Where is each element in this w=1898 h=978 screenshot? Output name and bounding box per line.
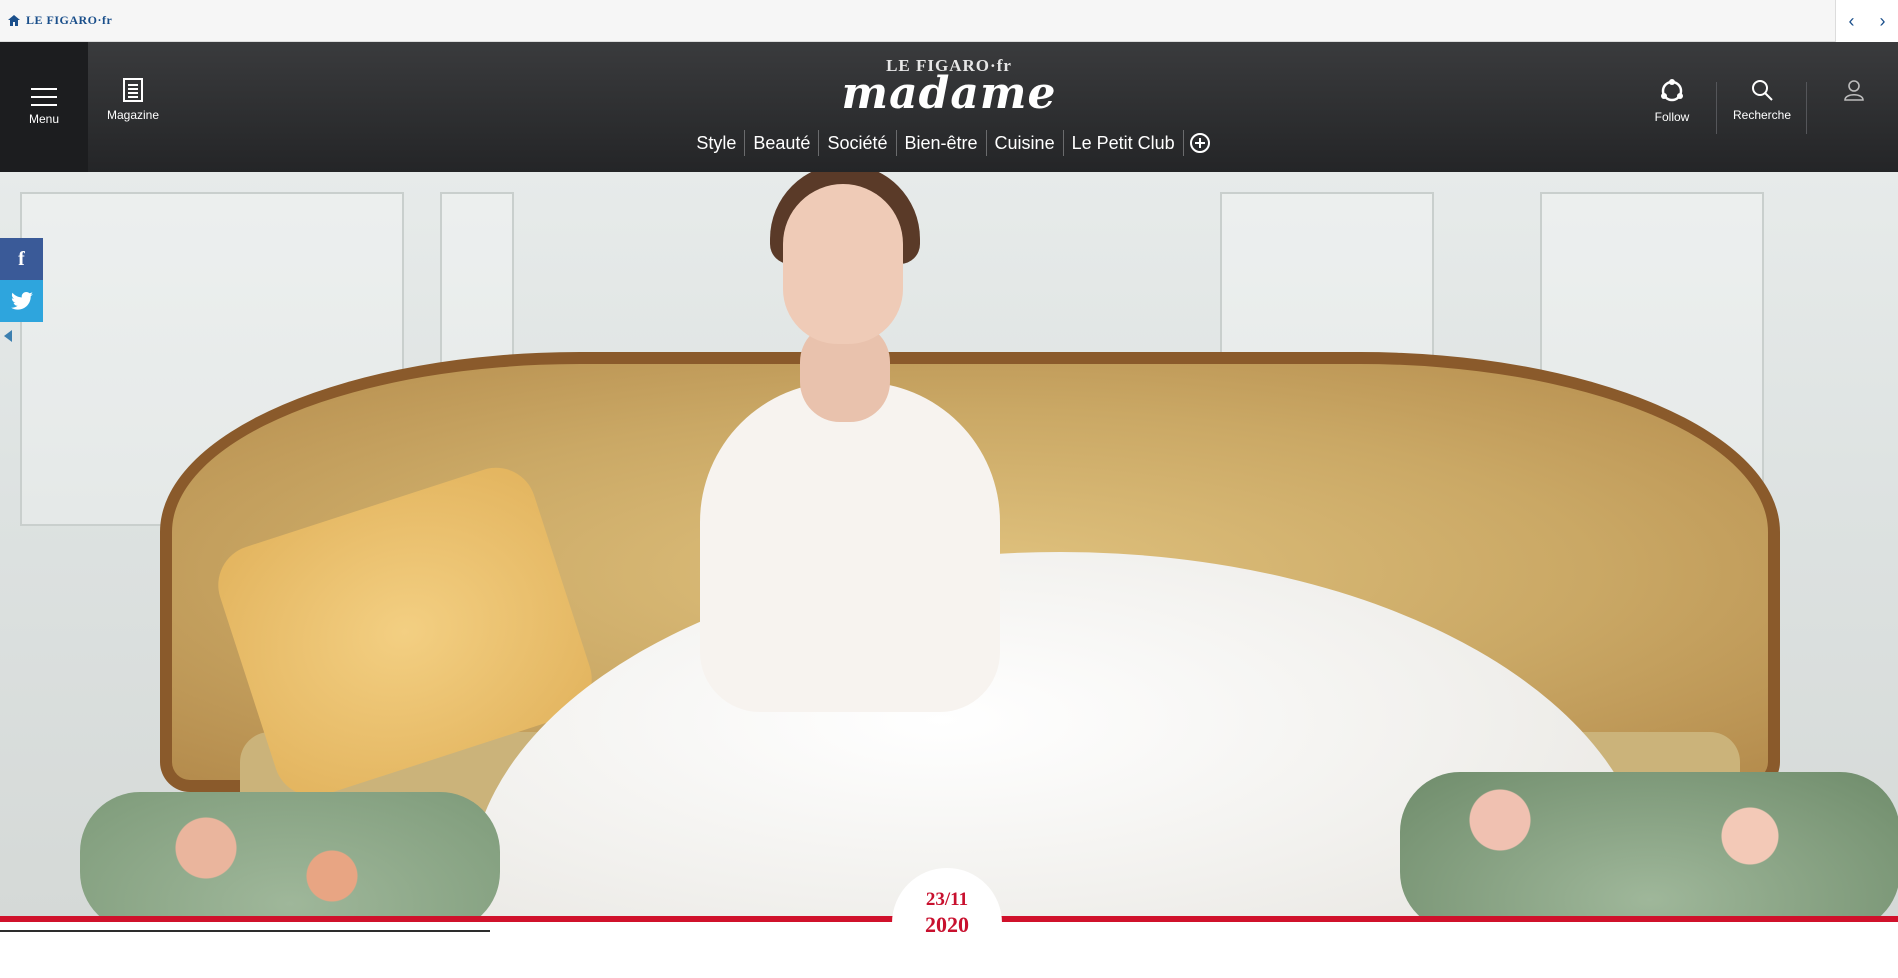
search-label: Recherche: [1732, 108, 1792, 122]
brand-madame: madame: [841, 68, 1057, 119]
pager: ‹ ›: [1835, 0, 1898, 42]
home-link[interactable]: LE FIGARO·fr: [8, 13, 112, 28]
account-button[interactable]: [1836, 78, 1872, 138]
follow-label: Follow: [1654, 110, 1690, 124]
figaro-logo-text: LE FIGARO·fr: [26, 13, 113, 27]
user-icon: [1844, 80, 1864, 101]
chevron-left-icon[interactable]: ‹: [1849, 11, 1855, 32]
date-badge: 23/11 2020: [892, 868, 1002, 978]
bottom-mark: [0, 930, 490, 932]
nav-item-beaute[interactable]: Beauté: [745, 130, 820, 156]
social-share-bar: f: [0, 238, 43, 342]
date-day-month: 23/11: [925, 889, 969, 910]
main-nav: Style Beauté Société Bien-être Cuisine L…: [0, 130, 1898, 156]
dress-bodice: [700, 382, 1000, 712]
flowers-left: [80, 792, 500, 917]
follow-button[interactable]: Follow: [1648, 78, 1696, 138]
nav-item-le-petit-club[interactable]: Le Petit Club: [1064, 130, 1184, 156]
chevron-right-icon[interactable]: ›: [1880, 11, 1886, 32]
model-face: [783, 184, 903, 344]
search-button[interactable]: Recherche: [1730, 78, 1794, 138]
nav-item-societe[interactable]: Société: [819, 130, 897, 156]
nav-item-cuisine[interactable]: Cuisine: [987, 130, 1064, 156]
home-icon: [8, 15, 20, 26]
collapse-share-icon[interactable]: [4, 330, 12, 342]
follow-icon: [1661, 79, 1683, 102]
flowers-right: [1400, 772, 1898, 917]
date-year: 2020: [925, 912, 969, 937]
facebook-icon[interactable]: f: [0, 238, 43, 280]
search-icon: [1752, 80, 1773, 101]
brand-logo[interactable]: LE FIGARO·fr madame: [0, 56, 1898, 116]
header-divider: [1806, 82, 1807, 134]
header-divider: [1716, 82, 1717, 134]
top-bar: LE FIGARO·fr ‹ ›: [0, 0, 1898, 42]
twitter-icon[interactable]: [0, 280, 43, 322]
hero-image[interactable]: [0, 172, 1898, 917]
nav-item-style[interactable]: Style: [688, 130, 746, 156]
nav-item-bien-etre[interactable]: Bien-être: [897, 130, 987, 156]
plus-circle-icon[interactable]: [1189, 133, 1210, 153]
site-header: Menu Magazine LE FIGARO·fr madame Style …: [0, 42, 1898, 172]
